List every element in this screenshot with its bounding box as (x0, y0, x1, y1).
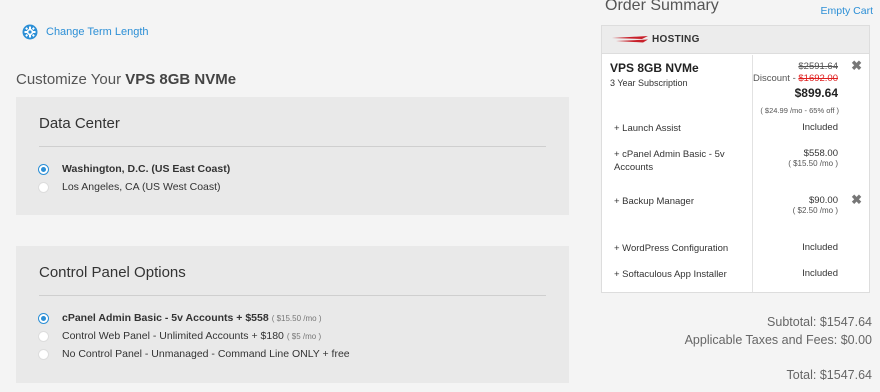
option-label: No Control Panel - Unmanaged - Command L… (62, 348, 350, 360)
line-item-monthly: ( $2.50 /mo ) (792, 206, 838, 215)
data-center-heading: Data Center (39, 115, 120, 132)
control-panel-option-cwp[interactable]: Control Web Panel - Unlimited Accounts +… (38, 330, 321, 342)
option-label: Control Web Panel - Unlimited Accounts +… (62, 330, 284, 342)
radio-button[interactable] (38, 181, 49, 193)
change-term-length-link[interactable]: Change Term Length (22, 24, 149, 40)
order-summary-cart: HOSTING VPS 8GB NVMe 3 Year Subscription… (601, 25, 870, 293)
product-name: VPS 8GB NVMe (610, 61, 699, 75)
empty-cart-link[interactable]: Empty Cart (820, 5, 873, 17)
cart-category-header: HOSTING (602, 26, 869, 54)
gear-icon (22, 24, 38, 40)
line-item-value: Included (802, 268, 838, 279)
taxes-and-fees: Applicable Taxes and Fees: $0.00 (684, 333, 872, 347)
control-panel-option-cpanel[interactable]: cPanel Admin Basic - 5v Accounts + $558(… (38, 312, 322, 324)
option-price-note: ( $15.50 /mo ) (271, 314, 322, 323)
line-item-price: $90.00 (808, 195, 838, 206)
option-label: Los Angeles, CA (US West Coast) (62, 181, 221, 193)
line-item-label: + Backup Manager (614, 196, 695, 207)
data-center-panel: Data Center Washington, D.C. (US East Co… (16, 97, 569, 215)
subtotal: Subtotal: $1547.64 (767, 315, 872, 329)
page-title-product: VPS 8GB NVMe (125, 71, 237, 88)
original-price: $2591.64 (798, 61, 838, 72)
discount-value: $1692.00 (798, 73, 838, 84)
page-title: Customize Your VPS 8GB NVMe (16, 71, 236, 88)
control-panel-option-none[interactable]: No Control Panel - Unmanaged - Command L… (38, 348, 350, 360)
radio-button-selected[interactable] (38, 312, 49, 324)
divider (39, 146, 546, 147)
remove-product-button[interactable]: ✖ (851, 58, 862, 74)
radio-button-selected[interactable] (38, 163, 49, 175)
discount-line: Discount - $1692.00 (753, 73, 838, 84)
line-item-label: + Softaculous App Installer (614, 269, 727, 280)
line-item-value: $90.00 ( $2.50 /mo ) (793, 195, 838, 215)
data-center-option-washington[interactable]: Washington, D.C. (US East Coast) (38, 163, 230, 175)
hosting-logo-icon (612, 35, 648, 42)
product-price: $899.64 (794, 86, 838, 100)
line-item-label: + Launch Assist (614, 123, 681, 134)
page-title-prefix: Customize Your (16, 71, 126, 88)
per-month-price: ( $24.99 /mo - 65% off ) (760, 106, 839, 115)
line-item-value: Included (802, 242, 838, 253)
radio-button[interactable] (38, 348, 49, 360)
divider (39, 295, 546, 296)
line-item-price: $558.00 (803, 148, 838, 159)
line-item-label: + cPanel Admin Basic - 5v Accounts (614, 149, 725, 173)
control-panel-options-panel: Control Panel Options cPanel Admin Basic… (16, 246, 569, 383)
remove-backup-manager-button[interactable]: ✖ (851, 192, 862, 208)
line-item-value: $558.00 ( $15.50 /mo ) (788, 148, 838, 168)
change-term-length-label: Change Term Length (46, 26, 149, 38)
control-panel-heading: Control Panel Options (39, 264, 186, 281)
order-summary-title: Order Summary (605, 0, 719, 14)
category-label: HOSTING (652, 34, 700, 45)
column-divider (752, 55, 753, 292)
discount-label: Discount - (752, 73, 799, 84)
radio-button[interactable] (38, 330, 49, 342)
line-item-label: + WordPress Configuration (614, 243, 729, 254)
subscription-term: 3 Year Subscription (610, 78, 688, 88)
line-item-monthly: ( $15.50 /mo ) (788, 159, 838, 168)
option-label: Washington, D.C. (US East Coast) (62, 163, 231, 175)
option-price-note: ( $5 /mo ) (286, 332, 322, 341)
order-total: Total: $1547.64 (786, 368, 873, 382)
option-label: cPanel Admin Basic - 5v Accounts + $558 (62, 312, 269, 324)
line-item-value: Included (802, 122, 838, 133)
data-center-option-los-angeles[interactable]: Los Angeles, CA (US West Coast) (38, 181, 221, 193)
